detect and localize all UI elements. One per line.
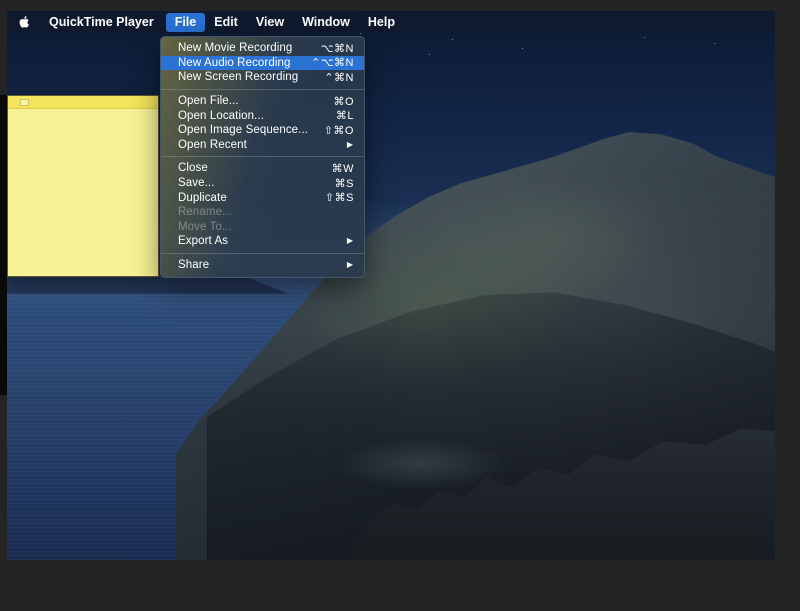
menu-item-label: Close [178, 162, 208, 175]
menu-item-new-movie-recording[interactable]: New Movie Recording ⌥⌘N [161, 41, 364, 56]
menubar-item-help[interactable]: Help [359, 13, 404, 32]
frame-bottom [0, 560, 800, 611]
menu-item-duplicate[interactable]: Duplicate ⇧⌘S [161, 190, 364, 205]
menu-item-label: New Movie Recording [178, 42, 293, 55]
menubar-item-view[interactable]: View [247, 13, 293, 32]
menu-item-export-as[interactable]: Export As ▶ [161, 234, 364, 249]
menu-item-open-file[interactable]: Open File... ⌘O [161, 94, 364, 109]
menu-item-shortcut: ⌘L [335, 110, 354, 123]
menubar-app-title[interactable]: QuickTime Player [49, 13, 163, 32]
menu-item-shortcut: ⌘S [334, 177, 354, 190]
menu-item-shortcut: ⌥⌘N [320, 42, 354, 55]
menu-item-label: Open File... [178, 95, 239, 108]
menubar-item-window[interactable]: Window [293, 13, 359, 32]
submenu-arrow-icon: ▶ [346, 260, 353, 270]
menu-item-shortcut: ⌃⌥⌘N [311, 57, 354, 70]
menu-item-open-image-sequence[interactable]: Open Image Sequence... ⇧⌘O [161, 123, 364, 138]
menu-item-label: New Audio Recording [178, 56, 291, 69]
screenshot-root: QuickTime Player File Edit View Window H… [0, 0, 800, 611]
close-icon[interactable] [20, 98, 29, 106]
menu-item-rename: Rename... [161, 205, 364, 220]
menu-item-label: Share [178, 259, 210, 272]
menu-item-label: Open Image Sequence... [178, 124, 309, 137]
sticky-note-body[interactable] [8, 109, 158, 276]
menu-item-share[interactable]: Share ▶ [161, 258, 364, 273]
menu-bar: QuickTime Player File Edit View Window H… [7, 11, 775, 33]
menu-item-open-location[interactable]: Open Location... ⌘L [161, 108, 364, 123]
menu-item-label: Open Location... [178, 109, 264, 122]
menu-item-label: New Screen Recording [178, 71, 299, 84]
frame-left-black [0, 95, 7, 395]
menu-item-new-audio-recording[interactable]: New Audio Recording ⌃⌥⌘N [161, 55, 364, 71]
frame-top [0, 0, 800, 11]
menu-item-label: Open Recent [178, 138, 247, 151]
menu-item-label: Save... [178, 177, 215, 190]
sticky-note-titlebar[interactable] [8, 96, 158, 109]
apple-logo-icon[interactable] [18, 15, 30, 29]
submenu-arrow-icon: ▶ [346, 139, 353, 149]
menu-separator [161, 156, 364, 158]
menu-separator [161, 88, 364, 90]
menu-item-shortcut: ⌃⌘N [324, 71, 354, 84]
wallpaper-sea-spray [337, 439, 507, 489]
menubar-item-edit[interactable]: Edit [205, 13, 247, 32]
menu-item-move-to: Move To... [161, 220, 364, 235]
menubar-item-file[interactable]: File [165, 12, 206, 32]
menu-item-shortcut: ⌘W [331, 162, 354, 175]
menu-item-new-screen-recording[interactable]: New Screen Recording ⌃⌘N [161, 70, 364, 85]
menu-item-shortcut: ⌘O [333, 95, 354, 108]
desktop[interactable]: QuickTime Player File Edit View Window H… [7, 11, 775, 560]
wallpaper-moss-patch-upper [437, 175, 668, 308]
sticky-note-window[interactable] [7, 95, 159, 277]
menu-item-save[interactable]: Save... ⌘S [161, 176, 364, 191]
menu-item-label: Move To... [178, 220, 232, 233]
menu-item-open-recent[interactable]: Open Recent ▶ [161, 138, 364, 153]
menu-item-label: Export As [178, 235, 229, 248]
menu-item-close[interactable]: Close ⌘W [161, 161, 364, 176]
menu-separator [161, 252, 364, 254]
submenu-arrow-icon: ▶ [346, 236, 353, 246]
menu-item-label: Rename... [178, 206, 232, 219]
menu-item-label: Duplicate [178, 191, 227, 204]
file-menu-dropdown[interactable]: New Movie Recording ⌥⌘N New Audio Record… [160, 36, 365, 279]
menu-item-shortcut: ⇧⌘O [323, 124, 354, 137]
menu-item-shortcut: ⇧⌘S [324, 192, 354, 205]
frame-right [775, 0, 800, 611]
